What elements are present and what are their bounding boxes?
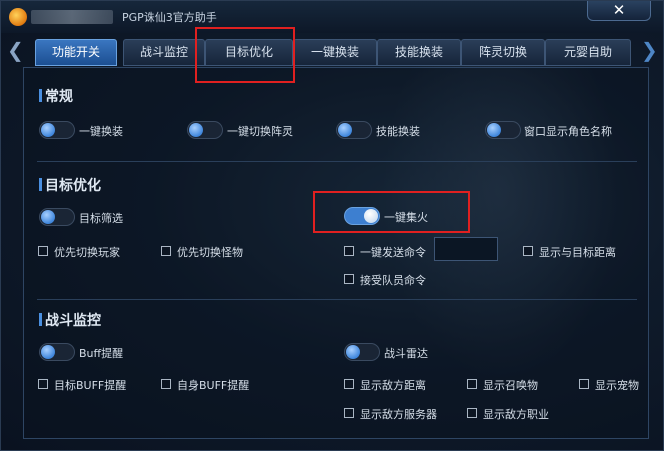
checkbox-show-target-distance[interactable] [523, 246, 533, 256]
toggle-focus-fire[interactable] [344, 207, 380, 225]
checkbox-show-pet[interactable] [579, 379, 589, 389]
checkbox-prefer-player[interactable] [38, 246, 48, 256]
toggle-skill-outfit[interactable] [336, 121, 372, 139]
checkbox-show-summon[interactable] [467, 379, 477, 389]
label-show-role-name: 窗口显示角色名称 [524, 125, 612, 138]
checkbox-prefer-monster[interactable] [161, 246, 171, 256]
checkbox-enemy-server[interactable] [344, 408, 354, 418]
label-combat-radar: 战斗雷达 [384, 347, 428, 360]
label-show-target-distance: 显示与目标距离 [539, 246, 616, 259]
label-prefer-monster: 优先切换怪物 [177, 246, 243, 259]
toggle-knob [189, 123, 203, 137]
tab-one-key-outfit[interactable]: 一键换装 [293, 39, 377, 66]
app-logo-icon [9, 8, 27, 26]
toggle-knob [487, 123, 501, 137]
app-window: PGP诛仙3官方助手 ✕ ❮ ❯ 功能开关 战斗监控 目标优化 一键换装 技能换… [0, 0, 664, 451]
tab-target-optimize[interactable]: 目标优化 [205, 39, 293, 66]
tab-prev-icon[interactable]: ❮ [7, 39, 24, 61]
toggle-buff-reminder[interactable] [39, 343, 75, 361]
tab-skill-outfit[interactable]: 技能换装 [377, 39, 461, 66]
label-buff-reminder: Buff提醒 [79, 347, 124, 360]
section-title-general: 常规 [39, 86, 73, 106]
label-accept-team-command: 接受队员命令 [360, 274, 426, 287]
close-button[interactable]: ✕ [587, 1, 651, 21]
toggle-knob [41, 210, 55, 224]
section-divider [37, 299, 637, 300]
tab-combat-monitor[interactable]: 战斗监控 [123, 39, 205, 66]
label-show-summon: 显示召唤物 [483, 379, 538, 392]
tab-nascent-soul[interactable]: 元婴自助 [545, 39, 631, 66]
title-bar[interactable]: PGP诛仙3官方助手 [1, 1, 663, 33]
toggle-target-filter[interactable] [39, 208, 75, 226]
blurred-user-name [31, 10, 113, 24]
label-skill-outfit: 技能换装 [376, 125, 420, 138]
toggle-knob [338, 123, 352, 137]
label-one-key-spirit: 一键切换阵灵 [227, 125, 293, 138]
label-target-buff: 目标BUFF提醒 [54, 379, 127, 392]
toggle-one-key-spirit[interactable] [187, 121, 223, 139]
section-divider [37, 161, 637, 162]
label-send-command: 一键发送命令 [360, 246, 426, 259]
section-title-combat: 战斗监控 [39, 310, 101, 330]
checkbox-target-buff[interactable] [38, 379, 48, 389]
toggle-knob [41, 123, 55, 137]
label-target-filter: 目标筛选 [79, 212, 123, 225]
toggle-combat-radar[interactable] [344, 343, 380, 361]
label-enemy-server: 显示敌方服务器 [360, 408, 437, 421]
toggle-one-key-outfit[interactable] [39, 121, 75, 139]
tab-spirit-switch[interactable]: 阵灵切换 [461, 39, 545, 66]
label-focus-fire: 一键集火 [384, 211, 428, 224]
tab-next-icon[interactable]: ❯ [641, 39, 658, 61]
window-title: PGP诛仙3官方助手 [122, 11, 217, 24]
command-input[interactable] [434, 237, 498, 261]
label-one-key-outfit: 一键换装 [79, 125, 123, 138]
checkbox-send-command[interactable] [344, 246, 354, 256]
label-prefer-player: 优先切换玩家 [54, 246, 120, 259]
label-enemy-class: 显示敌方职业 [483, 408, 549, 421]
label-show-pet: 显示宠物 [595, 379, 639, 392]
label-self-buff: 自身BUFF提醒 [177, 379, 250, 392]
section-title-target: 目标优化 [39, 175, 101, 195]
label-enemy-distance: 显示敌方距离 [360, 379, 426, 392]
toggle-knob [41, 345, 55, 359]
checkbox-accept-team-command[interactable] [344, 274, 354, 284]
toggle-show-role-name[interactable] [485, 121, 521, 139]
toggle-knob [364, 209, 378, 223]
checkbox-enemy-class[interactable] [467, 408, 477, 418]
checkbox-self-buff[interactable] [161, 379, 171, 389]
toggle-knob [346, 345, 360, 359]
checkbox-enemy-distance[interactable] [344, 379, 354, 389]
tab-feature-switch[interactable]: 功能开关 [35, 39, 117, 66]
